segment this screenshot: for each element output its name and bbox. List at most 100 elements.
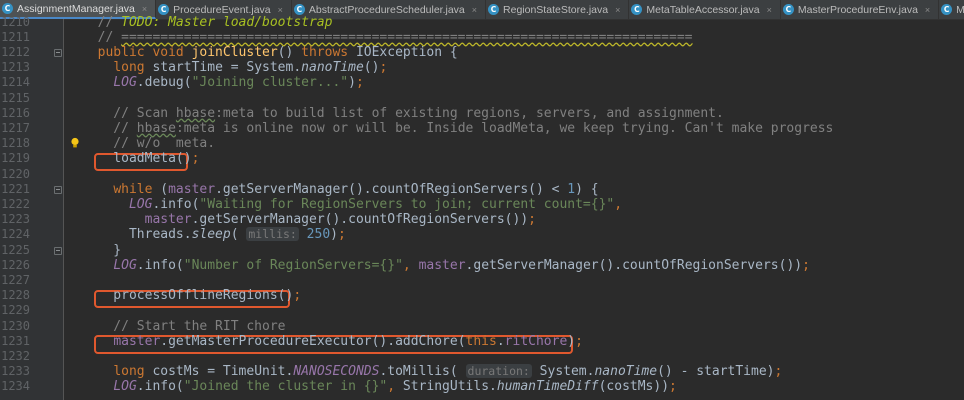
code-text: long costMs = TimeUnit.NANOSECONDS.toMil… <box>82 364 782 379</box>
line-number: 1230 <box>1 318 30 333</box>
code-line[interactable]: // Scan hbase:meta to build list of exis… <box>64 106 964 121</box>
code-token: (costMs)) <box>598 379 670 395</box>
code-token: NANOSECONDS <box>293 364 380 380</box>
code-line[interactable]: master.getMasterProcedureExecutor().addC… <box>64 334 964 349</box>
line-number: 1215 <box>1 90 30 105</box>
code-line[interactable]: // TODO: Master load/bootstrap <box>64 15 964 30</box>
while-fold-icon[interactable] <box>54 185 62 194</box>
code-line[interactable]: long startTime = System.nanoTime(); <box>64 60 964 75</box>
code-token: ( <box>230 227 247 243</box>
line-number: 1228 <box>1 288 30 303</box>
java-class-icon: C <box>293 4 305 15</box>
code-token: ) <box>330 227 338 243</box>
code-token: 1 <box>567 181 576 197</box>
code-line[interactable]: LOG.info("Number of RegionServers={}", m… <box>64 258 964 273</box>
line-number: 1233 <box>1 364 30 379</box>
code-line[interactable] <box>64 349 964 364</box>
code-token: // Scan <box>82 105 176 121</box>
line-number: 1216 <box>1 105 30 120</box>
code-text: LOG.debug("Joining cluster..."); <box>82 75 364 91</box>
code-text: // =====================================… <box>82 30 693 45</box>
code-token: ; <box>575 333 583 349</box>
parameter-hint: duration: <box>465 364 532 379</box>
code-token: ) { <box>575 181 599 197</box>
code-token: () <box>277 44 302 60</box>
code-token: ritChore <box>504 333 568 349</box>
code-line[interactable]: master.getServerManager().countOfRegionS… <box>64 212 964 227</box>
close-icon[interactable]: × <box>925 5 930 15</box>
code-line[interactable]: LOG.info("Joined the cluster in {}", Str… <box>64 379 964 394</box>
close-icon[interactable]: × <box>472 5 477 15</box>
code-token: ; <box>379 60 388 76</box>
code-text: // Start the RIT chore <box>82 319 285 334</box>
code-token: LOG <box>113 379 137 395</box>
line-number: 1232 <box>1 348 30 363</box>
code-text: processOfflineRegions(); <box>82 288 301 303</box>
code-line[interactable]: LOG.debug("Joining cluster..."); <box>64 75 964 90</box>
method-fold-icon[interactable] <box>54 48 62 57</box>
code-text: long startTime = System.nanoTime(); <box>82 60 387 75</box>
code-token: // <box>82 120 137 136</box>
code-line[interactable]: // =====================================… <box>64 30 964 45</box>
close-icon[interactable]: × <box>278 5 283 15</box>
close-icon[interactable]: × <box>142 4 147 14</box>
code-token: ; <box>355 75 364 91</box>
code-line[interactable]: // hbase:meta is online now or will be. … <box>64 121 964 136</box>
code-token: () <box>363 60 380 76</box>
code-line[interactable] <box>64 91 964 106</box>
code-token: .getServerManager().countOfRegionServers… <box>465 257 803 273</box>
close-icon[interactable]: × <box>615 5 620 15</box>
code-line[interactable]: long costMs = TimeUnit.NANOSECONDS.toMil… <box>64 364 964 379</box>
code-line[interactable]: public void joinCluster() throws IOExcep… <box>64 45 964 60</box>
code-editor[interactable]: // TODO: Master load/bootstrap // ======… <box>64 15 964 400</box>
code-line[interactable]: // w/o meta. <box>64 136 964 151</box>
code-token: "Joining cluster..." <box>191 75 349 91</box>
code-line[interactable]: // Start the RIT chore <box>64 319 964 334</box>
code-line[interactable]: while (master.getServerManager().countOf… <box>64 182 964 197</box>
code-token: ( <box>160 181 169 197</box>
code-token: nanoTime <box>594 364 658 380</box>
line-number: 1227 <box>1 272 30 287</box>
code-token: ; <box>528 212 536 228</box>
code-token: , <box>387 379 403 395</box>
code-text: } <box>82 243 121 258</box>
lightbulb-icon[interactable] <box>70 137 80 149</box>
code-text: // w/o meta. <box>82 136 215 151</box>
code-token: .toMillis( <box>379 364 466 380</box>
code-token: loadMeta() <box>82 151 192 167</box>
close-icon[interactable]: × <box>767 5 772 15</box>
code-token: master <box>168 181 216 197</box>
code-token: humanTimeDiff <box>496 379 599 395</box>
code-token: TODO: Master load/bootstrap <box>121 14 333 30</box>
line-number: 1218 <box>1 136 30 151</box>
code-token: ; <box>802 257 810 273</box>
code-token: LOG <box>128 196 153 212</box>
code-token: nanoTime <box>301 60 364 76</box>
code-token: () - startTime) <box>657 364 775 380</box>
code-line[interactable] <box>64 303 964 318</box>
code-text: LOG.info("Number of RegionServers={}", m… <box>82 258 810 273</box>
code-line[interactable]: } <box>64 243 964 258</box>
code-token: ; <box>669 379 677 395</box>
code-token: .getServerManager().countOfRegionServers… <box>191 212 529 228</box>
code-line[interactable]: Threads.sleep( millis: 250); <box>64 227 964 242</box>
code-line[interactable]: processOfflineRegions(); <box>64 288 964 303</box>
line-number: 1226 <box>1 257 30 272</box>
code-token: Threads. <box>82 227 192 243</box>
code-text: master.getMasterProcedureExecutor().addC… <box>82 334 583 349</box>
while-end-fold-icon[interactable] <box>54 246 62 255</box>
code-token: // <box>82 29 122 45</box>
code-line[interactable]: LOG.info("Waiting for RegionServers to j… <box>64 197 964 212</box>
line-number: 1231 <box>1 333 30 348</box>
code-line[interactable] <box>64 273 964 288</box>
code-line[interactable] <box>64 167 964 182</box>
parameter-hint: millis: <box>246 227 299 242</box>
line-number: 1221 <box>1 181 30 196</box>
code-text: // Scan hbase:meta to build list of exis… <box>82 106 724 121</box>
code-line[interactable]: loadMeta(); <box>64 151 964 166</box>
